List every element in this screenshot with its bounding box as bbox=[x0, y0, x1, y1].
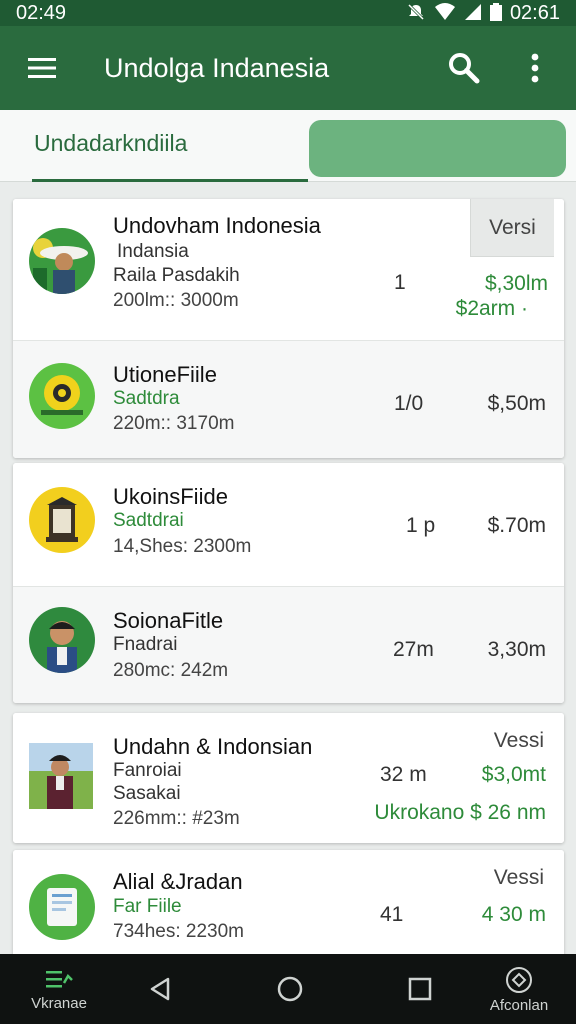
back-button[interactable] bbox=[140, 954, 180, 1024]
item-name: UtioneFiile bbox=[113, 362, 217, 387]
item-photo bbox=[29, 743, 93, 809]
item-subtitle: Fanroiai bbox=[113, 760, 182, 781]
item-price: $,50m bbox=[487, 392, 546, 415]
notification-off-icon bbox=[406, 2, 426, 25]
list-chart-icon bbox=[46, 970, 73, 987]
item-price-secondary: $2arm · bbox=[455, 297, 528, 320]
item-subtitle: Sadtdra bbox=[113, 388, 180, 409]
back-triangle-icon bbox=[150, 977, 170, 1001]
item-subtitle: Fnadrai bbox=[113, 634, 178, 655]
list-item[interactable]: Undahn & Indonsian Fanroiai Sasakai 226m… bbox=[13, 713, 564, 843]
battery-icon bbox=[489, 2, 502, 24]
item-price: $.70m bbox=[487, 514, 546, 537]
item-count: 27m bbox=[393, 638, 434, 661]
item-name: UkoinsFiide bbox=[113, 484, 228, 509]
item-meta: 200lm:: 3000m bbox=[113, 290, 239, 311]
item-avatar bbox=[29, 487, 95, 553]
tab-secondary[interactable] bbox=[309, 120, 566, 177]
item-count: 1/0 bbox=[394, 392, 424, 415]
version-label: Vessi bbox=[493, 729, 544, 752]
item-price: $,30lm bbox=[484, 272, 548, 295]
version-label: Vessi bbox=[493, 866, 544, 889]
card-group-1: Undovham Indonesia Indansia Raila Pasdak… bbox=[13, 199, 564, 458]
tab-active[interactable]: Undadarkndiila bbox=[34, 130, 187, 157]
item-name: Undahn & Indonsian bbox=[113, 734, 313, 759]
item-count: 1 bbox=[394, 271, 406, 294]
tab-bar: Undadarkndiila bbox=[0, 110, 576, 182]
nav-account-label: Afconlan bbox=[489, 996, 549, 1014]
item-meta: 734hes: 2230m bbox=[113, 921, 244, 942]
hamburger-menu-icon[interactable] bbox=[0, 26, 84, 110]
item-price: 3,30m bbox=[487, 638, 546, 661]
version-badge[interactable]: Versi bbox=[470, 199, 554, 257]
wifi-icon bbox=[434, 2, 456, 24]
item-avatar bbox=[29, 607, 95, 673]
item-detail: Raila Pasdakih bbox=[113, 265, 240, 286]
item-count: 1 p bbox=[406, 514, 436, 537]
item-avatar bbox=[29, 228, 95, 294]
recents-square-icon bbox=[408, 977, 432, 1001]
navigation-bar: Vkranae Afconlan bbox=[0, 954, 576, 1024]
nav-home-label: Vkranae bbox=[31, 994, 87, 1012]
item-meta: 220m:: 3170m bbox=[113, 413, 235, 434]
home-circle-icon bbox=[277, 976, 303, 1002]
list-item[interactable]: Alial &Jradan Far Fiile 734hes: 2230m Ve… bbox=[13, 850, 564, 960]
app-title: Undolga Indanesia bbox=[104, 52, 330, 83]
item-name: Undovham Indonesia bbox=[113, 213, 321, 238]
item-price: $3,0mt bbox=[481, 763, 546, 786]
card-group-2: UkoinsFiide Sadtdrai 14,Shes: 2300m 1 p … bbox=[13, 463, 564, 703]
item-detail: Sasakai bbox=[113, 783, 181, 804]
item-subtitle: Indansia bbox=[117, 241, 189, 262]
nav-home[interactable]: Vkranae bbox=[14, 954, 104, 1024]
item-footer-price: Ukrokano $ 26 nm bbox=[374, 801, 546, 824]
status-time-right: 02:61 bbox=[509, 1, 560, 24]
item-avatar bbox=[29, 363, 95, 429]
item-name: Alial &Jradan bbox=[113, 869, 243, 894]
item-meta: 14,Shes: 2300m bbox=[113, 536, 252, 557]
signal-icon bbox=[464, 3, 482, 24]
list-item[interactable]: UkoinsFiide Sadtdrai 14,Shes: 2300m 1 p … bbox=[13, 463, 564, 586]
item-price: 4 30 m bbox=[481, 903, 546, 926]
tab-indicator bbox=[32, 179, 308, 182]
status-bar: 02:49 02:61 bbox=[0, 0, 576, 26]
item-meta: 280mc: 242m bbox=[113, 660, 229, 681]
item-meta: 226mm:: #23m bbox=[113, 808, 240, 829]
item-name: SoionaFitle bbox=[113, 608, 224, 633]
app-bar: Undolga Indanesia bbox=[0, 26, 576, 110]
list-item[interactable]: UtioneFiile Sadtdra 220m:: 3170m 1/0 $,5… bbox=[13, 340, 564, 458]
recents-button[interactable] bbox=[398, 954, 442, 1024]
item-count: 41 bbox=[380, 903, 404, 926]
item-avatar bbox=[29, 874, 95, 940]
nav-account[interactable]: Afconlan bbox=[476, 954, 562, 1024]
home-button[interactable] bbox=[268, 954, 312, 1024]
card-group-4: Alial &Jradan Far Fiile 734hes: 2230m Ve… bbox=[13, 850, 564, 960]
item-count: 32 m bbox=[380, 763, 427, 786]
status-icons: 02:61 bbox=[406, 2, 560, 25]
card-group-3: Undahn & Indonsian Fanroiai Sasakai 226m… bbox=[13, 713, 564, 843]
status-time-left: 02:49 bbox=[16, 1, 67, 24]
item-subtitle: Far Fiile bbox=[113, 896, 182, 917]
list-item[interactable]: SoionaFitle Fnadrai 280mc: 242m 27m 3,30… bbox=[13, 586, 564, 703]
list-item[interactable]: Undovham Indonesia Indansia Raila Pasdak… bbox=[13, 199, 564, 340]
item-subtitle: Sadtdrai bbox=[113, 510, 184, 531]
search-icon[interactable] bbox=[434, 26, 494, 110]
more-vert-icon[interactable] bbox=[494, 26, 576, 110]
account-circle-icon bbox=[506, 966, 532, 993]
